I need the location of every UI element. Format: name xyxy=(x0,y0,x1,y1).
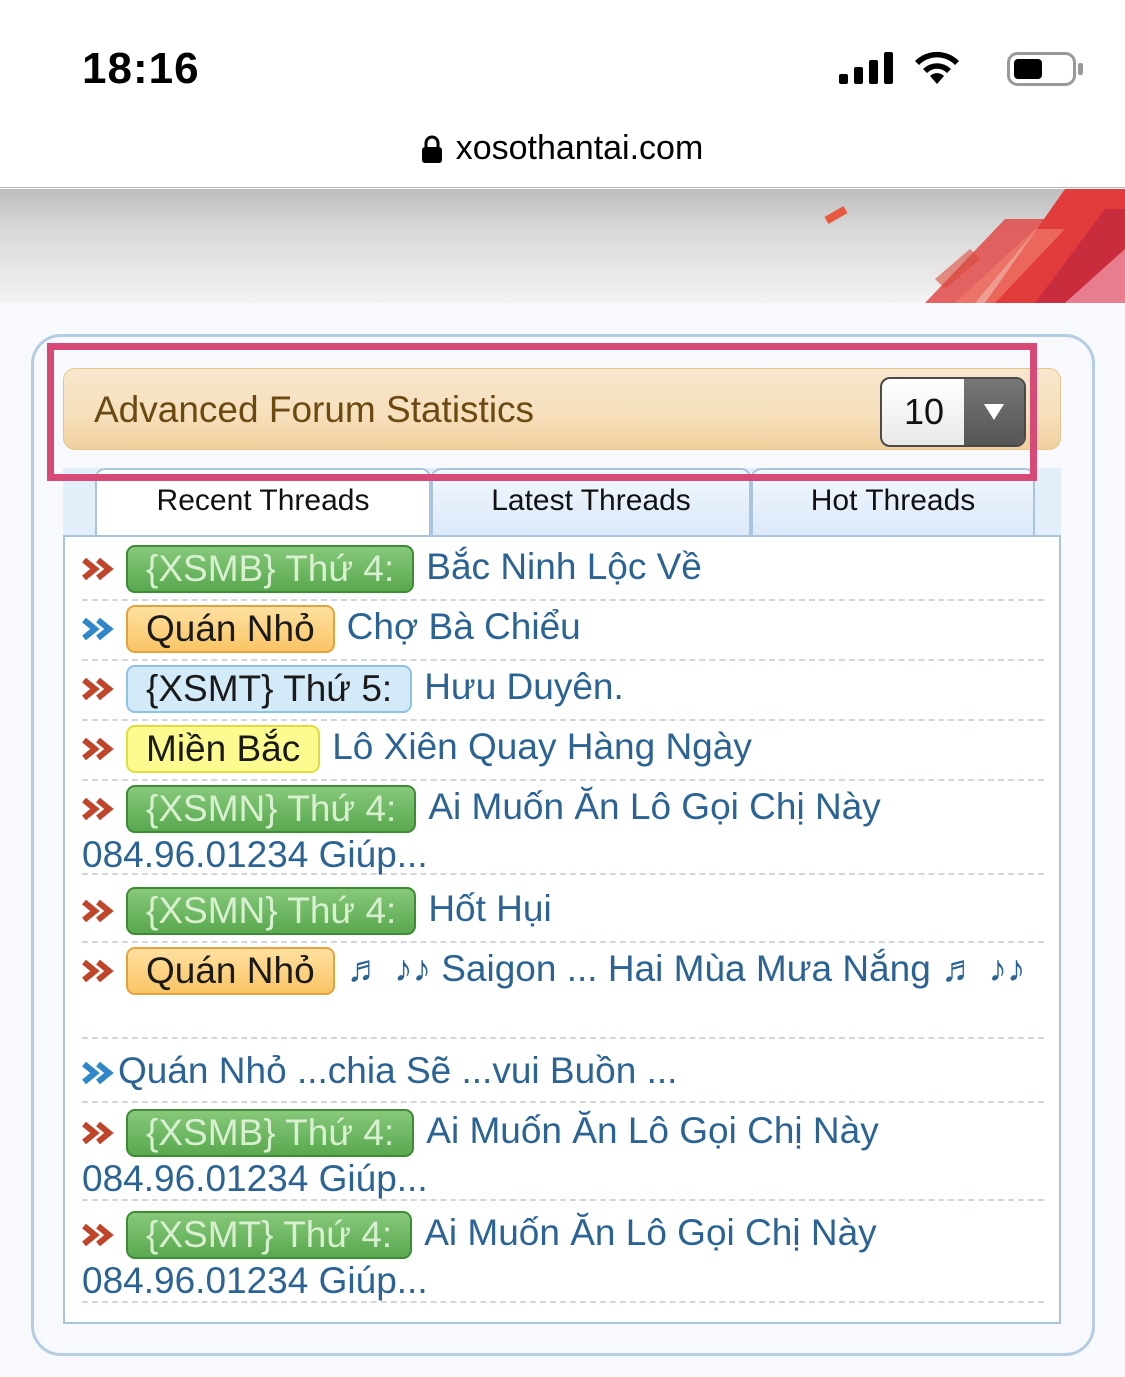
url-text: xosothantai.com xyxy=(455,129,704,167)
list-item[interactable]: {XSMT} Thứ 4: Ai Muốn Ăn Lô Gọi Chị Này 0… xyxy=(82,1211,1044,1303)
list-item[interactable]: Miền Bắc Lô Xiên Quay Hàng Ngày xyxy=(82,725,1044,781)
list-item[interactable]: Quán Nhỏ Chợ Bà Chiểu xyxy=(82,605,1044,661)
list-item[interactable]: {XSMN} Thứ 4: Ai Muốn Ăn Lô Gọi Chị Này 0… xyxy=(82,785,1044,875)
thread-prefix[interactable]: {XSMB} Thứ 4: xyxy=(126,1109,415,1158)
double-chevron-right-icon xyxy=(82,678,114,701)
thread-title[interactable]: ♬ ♪♪ Saigon ... Hai Mùa Mưa Nắng ♬ ♪♪ xyxy=(347,948,1026,989)
stats-tabs: Recent Threads Latest Threads Hot Thread… xyxy=(63,468,1061,540)
thread-title[interactable]: Lô Xiên Quay Hàng Ngày xyxy=(332,726,752,767)
double-chevron-right-icon xyxy=(82,1122,114,1145)
thread-prefix[interactable]: {XSMN} Thứ 4: xyxy=(126,887,417,936)
list-item[interactable]: Quán Nhỏ ♬ ♪♪ Saigon ... Hai Mùa Mưa Nắng… xyxy=(82,947,1044,1039)
thread-count-value: 10 xyxy=(903,391,945,432)
status-icons xyxy=(825,50,1085,90)
site-banner xyxy=(0,189,1125,303)
thread-prefix[interactable]: Miền Bắc xyxy=(126,725,321,774)
banner-art xyxy=(824,189,1125,303)
thread-prefix[interactable]: {XSMT} Thứ 5: xyxy=(126,665,413,714)
url-bar[interactable]: xosothantai.com xyxy=(0,110,1125,188)
thread-prefix[interactable]: Quán Nhỏ xyxy=(126,947,335,996)
double-chevron-right-icon xyxy=(82,900,114,923)
cellular-signal-icon xyxy=(839,52,893,84)
wifi-icon xyxy=(915,51,959,84)
double-chevron-right-icon xyxy=(82,558,114,581)
list-item[interactable]: {XSMB} Thứ 4: Bắc Ninh Lộc Về xyxy=(82,545,1044,601)
battery-icon xyxy=(1007,52,1083,86)
lock-icon xyxy=(421,135,442,163)
list-item[interactable]: {XSMN} Thứ 4: Hốt Hụi xyxy=(82,887,1044,943)
status-bar: 18:16 xyxy=(0,0,1125,110)
double-chevron-right-icon xyxy=(82,1224,114,1247)
forum-stats-header: Advanced Forum Statistics 10 xyxy=(63,368,1061,450)
thread-prefix[interactable]: {XSMN} Thứ 4: xyxy=(126,785,417,834)
thread-prefix[interactable]: Quán Nhỏ xyxy=(126,605,335,654)
thread-title[interactable]: Hốt Hụi xyxy=(428,888,551,929)
double-chevron-right-icon xyxy=(82,738,114,761)
double-chevron-right-icon xyxy=(82,960,114,983)
thread-title[interactable]: Quán Nhỏ ...chia Sẽ ...vui Buồn ... xyxy=(118,1050,677,1091)
double-chevron-right-icon xyxy=(82,618,114,641)
thread-title[interactable]: Chợ Bà Chiểu xyxy=(347,606,581,647)
list-item[interactable]: {XSMT} Thứ 5: Hưu Duyên. xyxy=(82,665,1044,721)
thread-title[interactable]: Hưu Duyên. xyxy=(424,666,624,707)
thread-list: {XSMB} Thứ 4: Bắc Ninh Lộc Về Quán Nhỏ Chợ… xyxy=(63,535,1061,1324)
tab-recent-threads[interactable]: Recent Threads xyxy=(95,468,431,540)
forum-stats-title: Advanced Forum Statistics xyxy=(94,389,535,430)
list-item[interactable]: Quán Nhỏ ...chia Sẽ ...vui Buồn ... xyxy=(82,1049,1044,1103)
thread-prefix[interactable]: {XSMB} Thứ 4: xyxy=(126,545,415,594)
tab-latest-threads[interactable]: Latest Threads xyxy=(431,468,751,536)
double-chevron-right-icon xyxy=(82,1062,114,1085)
thread-prefix[interactable]: {XSMT} Thứ 4: xyxy=(126,1211,413,1260)
thread-count-select[interactable]: 10 xyxy=(880,377,1026,447)
status-time: 18:16 xyxy=(82,44,200,93)
double-chevron-right-icon xyxy=(82,798,114,821)
tab-hot-threads[interactable]: Hot Threads xyxy=(751,468,1035,536)
list-item[interactable]: {XSMB} Thứ 4: Ai Muốn Ăn Lô Gọi Chị Này 0… xyxy=(82,1109,1044,1201)
thread-title[interactable]: Bắc Ninh Lộc Về xyxy=(426,546,702,587)
chevron-down-icon[interactable] xyxy=(964,379,1024,445)
